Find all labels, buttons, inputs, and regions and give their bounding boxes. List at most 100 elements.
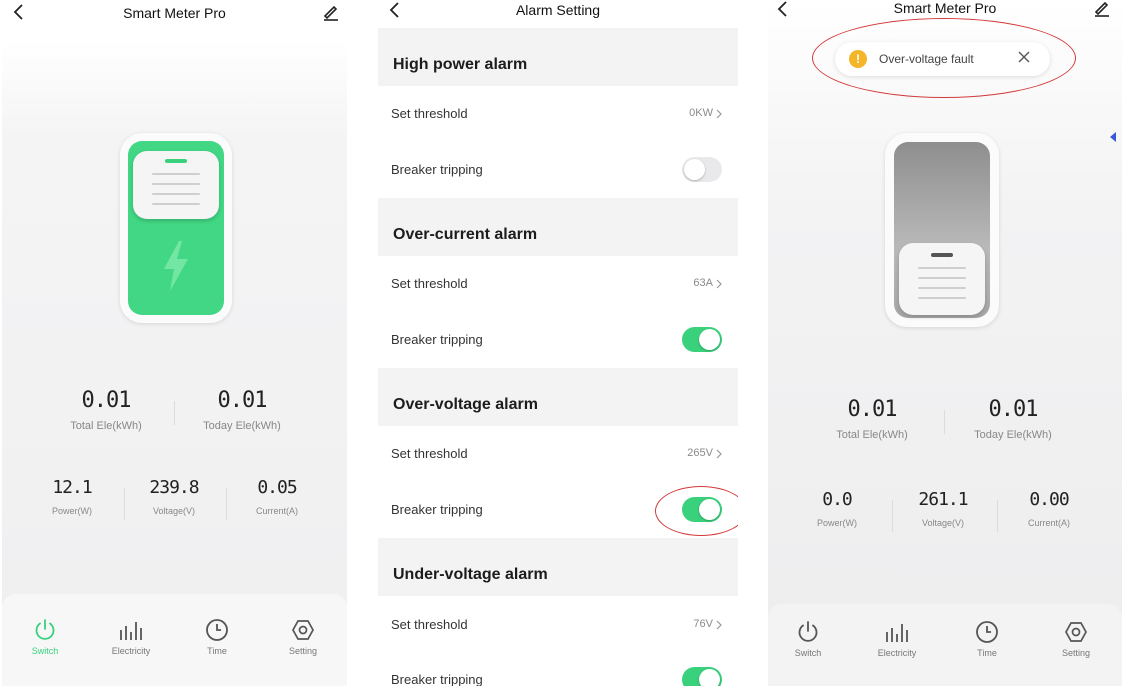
tab-switch-label: Switch bbox=[794, 648, 822, 658]
current-stat: 0.00 Current(A) bbox=[1014, 489, 1084, 528]
tab-setting[interactable]: Setting bbox=[1041, 620, 1111, 658]
voltage-stat: 261.1 Voltage(V) bbox=[908, 489, 978, 528]
current-label: Current(A) bbox=[1027, 518, 1070, 528]
total-ele-label: Total Ele(kWh) bbox=[70, 420, 142, 432]
tab-switch[interactable]: Switch bbox=[10, 618, 80, 656]
total-ele-stat: 0.01 Total Ele(kWh) bbox=[46, 388, 166, 432]
tab-time[interactable]: Time bbox=[952, 620, 1022, 658]
tab-setting-label: Setting bbox=[288, 646, 318, 656]
under-voltage-tripping-row: Breaker tripping bbox=[378, 652, 738, 686]
bar-chart-icon bbox=[886, 624, 908, 642]
bar-chart-icon bbox=[120, 622, 142, 640]
tab-electricity-label: Electricity bbox=[877, 648, 917, 658]
voltage-value: 261.1 bbox=[918, 489, 968, 510]
tripping-label: Breaker tripping bbox=[391, 672, 483, 686]
high-power-tripping-row: Breaker tripping bbox=[378, 142, 738, 198]
screenshot-collage: Smart Meter Pro 0.01 Total Ele(kWh) 0.01… bbox=[0, 0, 1148, 686]
tripping-label: Breaker tripping bbox=[391, 332, 483, 347]
status-led bbox=[165, 159, 187, 163]
edit-icon[interactable] bbox=[1094, 0, 1110, 17]
threshold-value: 63A bbox=[693, 277, 713, 289]
tab-time[interactable]: Time bbox=[182, 618, 252, 656]
tab-switch-label: Switch bbox=[31, 646, 59, 656]
section-high-power: High power alarm bbox=[378, 28, 738, 86]
over-current-threshold-row[interactable]: Set threshold 63A bbox=[378, 256, 738, 312]
tab-electricity-label: Electricity bbox=[111, 646, 151, 656]
today-ele-label: Today Ele(kWh) bbox=[974, 429, 1052, 441]
header: Smart Meter Pro bbox=[2, 0, 347, 28]
highlight-circle bbox=[655, 486, 738, 536]
chevron-right-icon bbox=[716, 620, 722, 630]
tab-time-label: Time bbox=[207, 646, 227, 656]
tab-setting[interactable]: Setting bbox=[268, 618, 338, 656]
voltage-label: Voltage(V) bbox=[152, 506, 196, 516]
today-ele-label: Today Ele(kWh) bbox=[203, 420, 281, 432]
voltage-value: 239.8 bbox=[149, 477, 199, 498]
threshold-label: Set threshold bbox=[391, 446, 468, 461]
breaker-switch[interactable] bbox=[885, 133, 999, 327]
switch-knob bbox=[133, 151, 219, 219]
power-label: Power(W) bbox=[817, 518, 857, 528]
total-ele-stat: 0.01 Total Ele(kWh) bbox=[812, 397, 932, 441]
under-voltage-threshold-row[interactable]: Set threshold 76V bbox=[378, 597, 738, 653]
voltage-stat: 239.8 Voltage(V) bbox=[139, 477, 209, 516]
threshold-value: 76V bbox=[693, 618, 713, 630]
tab-switch[interactable]: Switch bbox=[773, 620, 843, 658]
threshold-label: Set threshold bbox=[391, 106, 468, 121]
over-voltage-tripping-row: Breaker tripping bbox=[378, 482, 738, 538]
today-ele-value: 0.01 bbox=[217, 388, 268, 413]
under-voltage-tripping-toggle[interactable] bbox=[682, 667, 722, 686]
switch-knob bbox=[899, 243, 985, 315]
section-under-voltage: Under-voltage alarm bbox=[378, 538, 738, 596]
threshold-value: 265V bbox=[687, 447, 713, 459]
over-current-tripping-row: Breaker tripping bbox=[378, 312, 738, 368]
power-stat: 12.1 Power(W) bbox=[37, 477, 107, 516]
tab-electricity[interactable]: Electricity bbox=[96, 618, 166, 656]
threshold-label: Set threshold bbox=[391, 276, 468, 291]
over-voltage-threshold-row[interactable]: Set threshold 265V bbox=[378, 426, 738, 482]
side-handle[interactable] bbox=[1110, 132, 1116, 142]
power-value: 12.1 bbox=[52, 477, 92, 498]
page-title: Smart Meter Pro bbox=[893, 0, 997, 16]
gear-icon bbox=[292, 620, 314, 640]
current-label: Current(A) bbox=[255, 506, 298, 516]
section-title: Under-voltage alarm bbox=[393, 566, 548, 583]
highlight-circle bbox=[812, 18, 1076, 98]
tab-electricity[interactable]: Electricity bbox=[862, 620, 932, 658]
power-icon bbox=[35, 619, 55, 640]
chevron-right-icon bbox=[716, 449, 722, 459]
section-over-voltage: Over-voltage alarm bbox=[378, 368, 738, 426]
page-title: Alarm Setting bbox=[515, 2, 601, 18]
section-over-current: Over-current alarm bbox=[378, 198, 738, 256]
section-title: Over-current alarm bbox=[393, 226, 538, 243]
today-ele-stat: 0.01 Today Ele(kWh) bbox=[182, 388, 302, 432]
gear-icon bbox=[1065, 622, 1087, 642]
clock-icon bbox=[976, 621, 998, 643]
section-title: Over-voltage alarm bbox=[393, 396, 538, 413]
switch-screen-fault: Smart Meter Pro ! Over-voltage fault 0.0… bbox=[768, 0, 1122, 686]
power-label: Power(W) bbox=[52, 506, 92, 516]
page-title: Smart Meter Pro bbox=[123, 5, 226, 21]
header: Alarm Setting bbox=[378, 0, 738, 30]
today-ele-stat: 0.01 Today Ele(kWh) bbox=[953, 397, 1073, 441]
breaker-switch[interactable] bbox=[120, 133, 232, 323]
threshold-value: 0KW bbox=[689, 107, 713, 119]
current-value: 0.00 bbox=[1029, 489, 1069, 510]
high-power-tripping-toggle[interactable] bbox=[682, 157, 722, 182]
status-led bbox=[931, 253, 953, 257]
lightning-icon bbox=[164, 241, 188, 291]
over-current-tripping-toggle[interactable] bbox=[682, 327, 722, 352]
tripping-label: Breaker tripping bbox=[391, 502, 483, 517]
total-ele-label: Total Ele(kWh) bbox=[836, 429, 908, 441]
power-stat: 0.0 Power(W) bbox=[802, 489, 872, 528]
high-power-threshold-row[interactable]: Set threshold 0KW bbox=[378, 86, 738, 142]
chevron-right-icon bbox=[716, 279, 722, 289]
today-ele-value: 0.01 bbox=[988, 397, 1039, 422]
tab-bar: Switch Electricity Time Setting bbox=[2, 594, 347, 686]
switch-screen-on: Smart Meter Pro 0.01 Total Ele(kWh) 0.01… bbox=[2, 0, 347, 686]
edit-icon[interactable] bbox=[323, 4, 339, 21]
voltage-label: Voltage(V) bbox=[921, 518, 965, 528]
total-ele-value: 0.01 bbox=[847, 397, 898, 422]
power-icon bbox=[798, 621, 818, 642]
section-title: High power alarm bbox=[393, 56, 528, 73]
